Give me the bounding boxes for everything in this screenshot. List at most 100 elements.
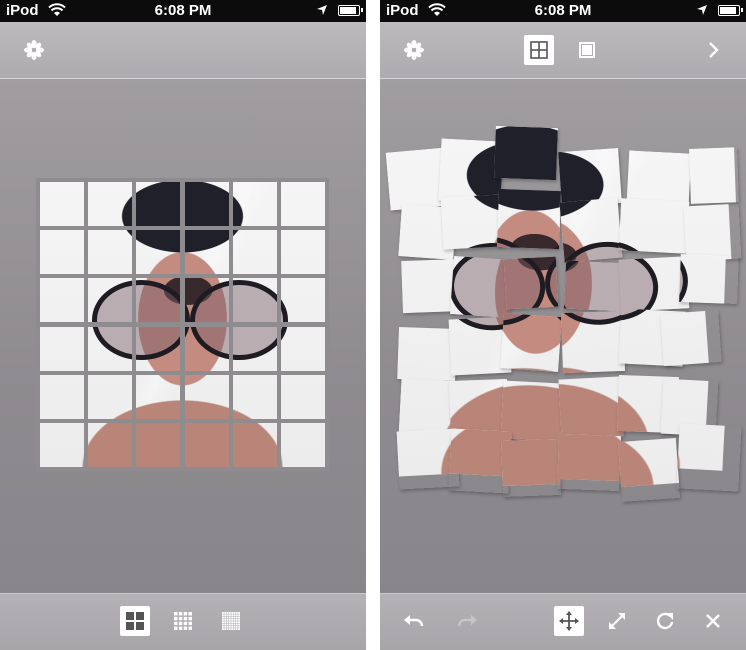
grid-8x8-button[interactable] (216, 606, 246, 636)
scattered-photo-tile[interactable] (617, 438, 681, 502)
scattered-photo-tile[interactable] (440, 194, 504, 250)
photo-tile[interactable] (136, 182, 181, 227)
resize-button[interactable] (602, 606, 632, 636)
scattered-photo-tile[interactable] (559, 197, 623, 263)
scattered-photo-tile[interactable] (626, 150, 692, 204)
grid-8x8-icon (222, 612, 240, 630)
photo-tile[interactable] (88, 230, 133, 275)
photo-tile[interactable] (184, 374, 229, 419)
scattered-photo-tile[interactable] (683, 203, 742, 262)
rotate-button[interactable] (650, 606, 680, 636)
scattered-photo-tile[interactable] (660, 310, 721, 366)
close-icon (706, 614, 720, 628)
scattered-photo-tile[interactable] (563, 260, 627, 312)
photo-tile[interactable] (232, 230, 277, 275)
photo-tile[interactable] (136, 422, 181, 467)
photo-tile[interactable] (280, 326, 325, 371)
top-toolbar (380, 22, 746, 79)
photo-grid[interactable] (36, 178, 329, 471)
photo-tile[interactable] (88, 422, 133, 467)
grid-2x2-button[interactable] (120, 606, 150, 636)
photo-tile[interactable] (136, 230, 181, 275)
photo-tile[interactable] (280, 182, 325, 227)
bottom-toolbar (380, 593, 746, 650)
photo-tile[interactable] (232, 182, 277, 227)
photo-tile[interactable] (88, 374, 133, 419)
photo-tile[interactable] (136, 326, 181, 371)
photo-tile[interactable] (88, 278, 133, 323)
photo-tile[interactable] (232, 278, 277, 323)
scattered-photo-tile[interactable] (557, 433, 621, 491)
grid-4x4-button[interactable] (168, 606, 198, 636)
move-icon (559, 611, 579, 631)
single-mode-button[interactable] (572, 35, 602, 65)
photo-tile[interactable] (40, 230, 85, 275)
photo-tile[interactable] (280, 374, 325, 419)
scattered-photo-tile[interactable] (676, 423, 741, 491)
battery-icon (338, 5, 363, 16)
undo-icon (404, 615, 424, 627)
status-time: 6:08 PM (154, 2, 212, 19)
photo-tile[interactable] (232, 326, 277, 371)
location-icon (317, 5, 327, 15)
undo-button[interactable] (399, 606, 429, 636)
next-button[interactable] (698, 35, 728, 65)
battery-icon (718, 5, 743, 16)
scattered-photo-tile[interactable] (397, 327, 457, 381)
left-screen: iPod 6:08 PM (0, 0, 366, 650)
photo-tile[interactable] (280, 422, 325, 467)
photo-tile[interactable] (184, 326, 229, 371)
photo-tile[interactable] (280, 230, 325, 275)
flower-icon (24, 40, 44, 60)
close-button[interactable] (698, 606, 728, 636)
photo-tile[interactable] (136, 374, 181, 419)
scattered-photo-tile[interactable] (679, 254, 739, 304)
photo-tile[interactable] (88, 326, 133, 371)
location-icon (697, 5, 707, 15)
photo-tile[interactable] (136, 278, 181, 323)
photo-tile[interactable] (40, 422, 85, 467)
flower-icon (404, 40, 424, 60)
bottom-toolbar (0, 593, 366, 650)
photo-tile[interactable] (184, 422, 229, 467)
scattered-photo-tile[interactable] (501, 439, 561, 497)
scattered-photo-tile[interactable] (494, 125, 558, 181)
settings-button[interactable] (19, 35, 49, 65)
scattered-photo-tile[interactable] (500, 313, 562, 372)
redo-button[interactable] (452, 606, 482, 636)
redo-icon (457, 615, 477, 627)
chevron-right-icon (709, 42, 719, 58)
scattered-photo-tile[interactable] (618, 256, 690, 312)
scattered-photo-tile[interactable] (618, 198, 690, 254)
grid-2x2-icon (126, 612, 144, 630)
photo-tile[interactable] (184, 182, 229, 227)
status-bar: iPod 6:08 PM (0, 0, 366, 22)
settings-button[interactable] (399, 35, 429, 65)
scattered-photo-tile[interactable] (558, 376, 624, 440)
photo-tile[interactable] (40, 182, 85, 227)
photo-tile[interactable] (40, 326, 85, 371)
scattered-photo-tile[interactable] (497, 188, 561, 250)
photo-tile[interactable] (184, 230, 229, 275)
photo-tile[interactable] (184, 278, 229, 323)
right-screen: iPod 6:08 PM (380, 0, 746, 650)
scattered-photo-tile[interactable] (689, 147, 739, 204)
single-mode-icon (579, 42, 595, 58)
photo-tile[interactable] (232, 374, 277, 419)
resize-icon (609, 613, 625, 629)
grid-4x4-icon (174, 612, 192, 630)
status-bar: iPod 6:08 PM (380, 0, 746, 22)
rotate-icon (656, 612, 674, 630)
photo-tile[interactable] (40, 278, 85, 323)
scattered-photo-tile[interactable] (503, 256, 559, 310)
photo-tile[interactable] (88, 182, 133, 227)
scattered-photo-tile[interactable] (560, 310, 626, 374)
photo-tile[interactable] (232, 422, 277, 467)
photo-tile[interactable] (280, 278, 325, 323)
grid-mode-button[interactable] (524, 35, 554, 65)
top-toolbar (0, 22, 366, 79)
move-button[interactable] (554, 606, 584, 636)
photo-tile[interactable] (40, 374, 85, 419)
grid-mode-icon (530, 41, 548, 59)
status-time: 6:08 PM (534, 2, 592, 19)
